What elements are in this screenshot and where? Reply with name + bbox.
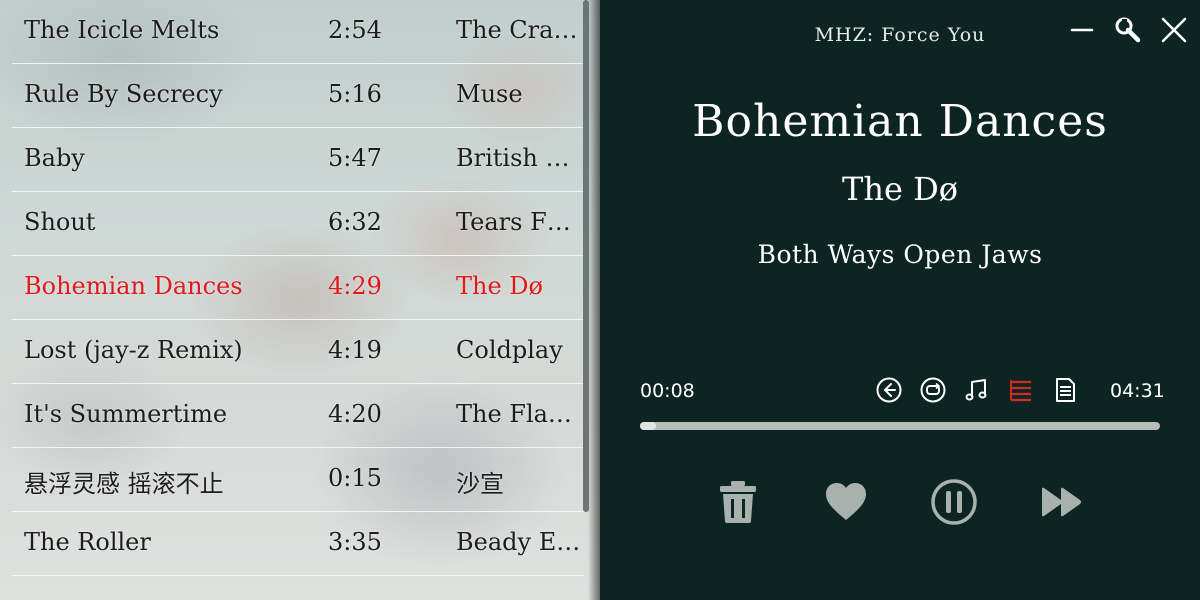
track-row[interactable]: It's Summertime 4:20 The Fla… [12, 384, 584, 448]
pause-circle-icon [931, 479, 977, 525]
track-duration: 3:35 [328, 528, 382, 556]
track-artist: Muse [456, 80, 523, 108]
music-note-icon [965, 379, 987, 401]
track-row[interactable]: The Icicle Melts 2:54 The Cra… [12, 0, 584, 64]
track-artist: Tears F… [456, 208, 571, 236]
lyrics-button[interactable] [1050, 374, 1080, 406]
track-list: The Icicle Melts 2:54 The Cra… Rule By S… [12, 0, 584, 576]
trash-icon [720, 481, 756, 523]
repeat-button[interactable] [918, 374, 948, 406]
track-row[interactable]: Rule By Secrecy 5:16 Muse [12, 64, 584, 128]
total-time: 04:31 [1110, 380, 1165, 402]
previous-button[interactable] [874, 374, 904, 406]
current-time: 00:08 [640, 380, 695, 402]
track-row[interactable]: Shout 6:32 Tears F… [12, 192, 584, 256]
playlist-icon [1010, 380, 1031, 402]
track-row[interactable]: The Roller 3:35 Beady Eye [12, 512, 584, 576]
track-row[interactable]: 悬浮灵感 摇滚不止 0:15 沙宣 [12, 448, 584, 512]
close-icon [1161, 17, 1187, 43]
music-mode-button[interactable] [962, 374, 992, 406]
track-title: The Icicle Melts [24, 16, 220, 44]
minimize-icon [1070, 28, 1094, 32]
track-duration: 0:15 [328, 464, 382, 492]
window-controls [1066, 14, 1190, 46]
track-duration: 5:47 [328, 144, 382, 172]
wrench-icon [1115, 17, 1141, 43]
song-album: Both Ways Open Jaws [757, 240, 1043, 269]
player-toolbar [874, 374, 1080, 406]
next-button[interactable] [1032, 472, 1092, 532]
track-duration: 5:16 [328, 80, 382, 108]
lyrics-document-icon [1056, 378, 1075, 402]
repeat-circle-icon [920, 377, 946, 403]
track-title: The Roller [24, 528, 151, 556]
track-duration: 6:32 [328, 208, 382, 236]
track-artist: 沙宣 [456, 470, 504, 498]
favorite-button[interactable] [816, 472, 876, 532]
pause-button[interactable] [924, 472, 984, 532]
track-artist: British … [456, 144, 570, 172]
minimize-button[interactable] [1066, 14, 1098, 46]
fast-forward-icon [1042, 487, 1081, 517]
track-row[interactable]: Lost (jay-z Remix) 4:19 Coldplay [12, 320, 584, 384]
track-title: It's Summertime [24, 400, 228, 428]
delete-button[interactable] [708, 472, 768, 532]
track-artist: Beady Eye [456, 528, 582, 556]
player-panel: MHZ: Force You Bohemian Dances The Dø Bo… [600, 0, 1200, 600]
panel-divider-shadow [588, 0, 600, 600]
track-title: Bohemian Dances [24, 272, 243, 300]
settings-button[interactable] [1112, 14, 1144, 46]
track-row[interactable]: Baby 5:47 British … [12, 128, 584, 192]
track-artist: The Dø [456, 272, 543, 300]
track-duration: 4:29 [328, 272, 382, 300]
track-artist: The Cra… [456, 16, 578, 44]
track-title: Lost (jay-z Remix) [24, 336, 243, 364]
track-duration: 2:54 [328, 16, 382, 44]
close-button[interactable] [1158, 14, 1190, 46]
playlist-button[interactable] [1006, 374, 1036, 406]
track-title: Baby [24, 144, 85, 172]
track-title: Shout [24, 208, 96, 236]
track-row-active[interactable]: Bohemian Dances 4:29 The Dø [12, 256, 584, 320]
track-duration: 4:20 [328, 400, 382, 428]
track-duration: 4:19 [328, 336, 382, 364]
progress-bar[interactable] [640, 422, 1160, 430]
progress-fill [640, 422, 656, 430]
heart-icon [826, 483, 866, 520]
track-title: Rule By Secrecy [24, 80, 223, 108]
playlist-panel: The Icicle Melts 2:54 The Cra… Rule By S… [0, 0, 600, 600]
track-artist: The Fla… [456, 400, 572, 428]
song-title: Bohemian Dances [692, 96, 1108, 147]
track-artist: Coldplay [456, 336, 563, 364]
song-artist: The Dø [842, 170, 958, 208]
track-title: 悬浮灵感 摇滚不止 [24, 470, 224, 498]
previous-circle-icon [876, 377, 902, 403]
